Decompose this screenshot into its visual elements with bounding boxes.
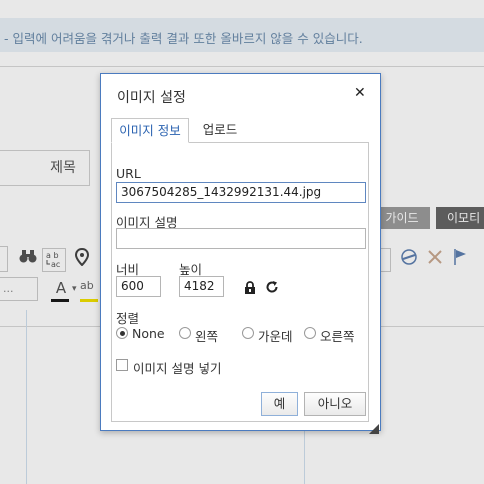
reset-size-icon[interactable] bbox=[265, 279, 279, 293]
close-icon[interactable]: ✕ bbox=[354, 85, 366, 101]
url-field[interactable]: 3067504285_1432992131.44.jpg bbox=[116, 182, 366, 203]
tab-image-info[interactable]: 이미지 정보 bbox=[111, 118, 189, 143]
radio-button[interactable] bbox=[304, 327, 316, 339]
radio-button[interactable] bbox=[179, 327, 191, 339]
checkbox-label: 이미지 설명 넣기 bbox=[133, 361, 222, 376]
radio-label: None bbox=[132, 326, 165, 341]
align-label: 정렬 bbox=[116, 311, 140, 326]
tab-upload[interactable]: 업로드 bbox=[195, 118, 245, 143]
radio-button[interactable] bbox=[116, 327, 128, 339]
width-field[interactable]: 600 bbox=[116, 276, 161, 297]
description-field[interactable] bbox=[116, 228, 366, 249]
resize-grip-icon[interactable] bbox=[369, 419, 379, 434]
radio-label: 오른쪽 bbox=[320, 329, 355, 344]
dialog-title: 이미지 설정 bbox=[117, 90, 186, 106]
radio-label: 왼쪽 bbox=[195, 329, 219, 344]
radio-label: 가운데 bbox=[258, 329, 293, 344]
image-settings-dialog: 이미지 설정 ✕ 이미지 정보 업로드 URL 3067504285_14329… bbox=[100, 73, 381, 434]
cancel-button[interactable]: 아니오 bbox=[304, 392, 366, 416]
lock-icon[interactable] bbox=[244, 280, 256, 294]
dialog-tabs: 이미지 정보 업로드 bbox=[111, 118, 369, 143]
checkbox[interactable] bbox=[116, 359, 128, 371]
ok-button[interactable]: 예 bbox=[261, 392, 298, 416]
url-label: URL bbox=[116, 166, 141, 181]
height-field[interactable]: 4182 bbox=[179, 276, 224, 297]
radio-button[interactable] bbox=[242, 327, 254, 339]
